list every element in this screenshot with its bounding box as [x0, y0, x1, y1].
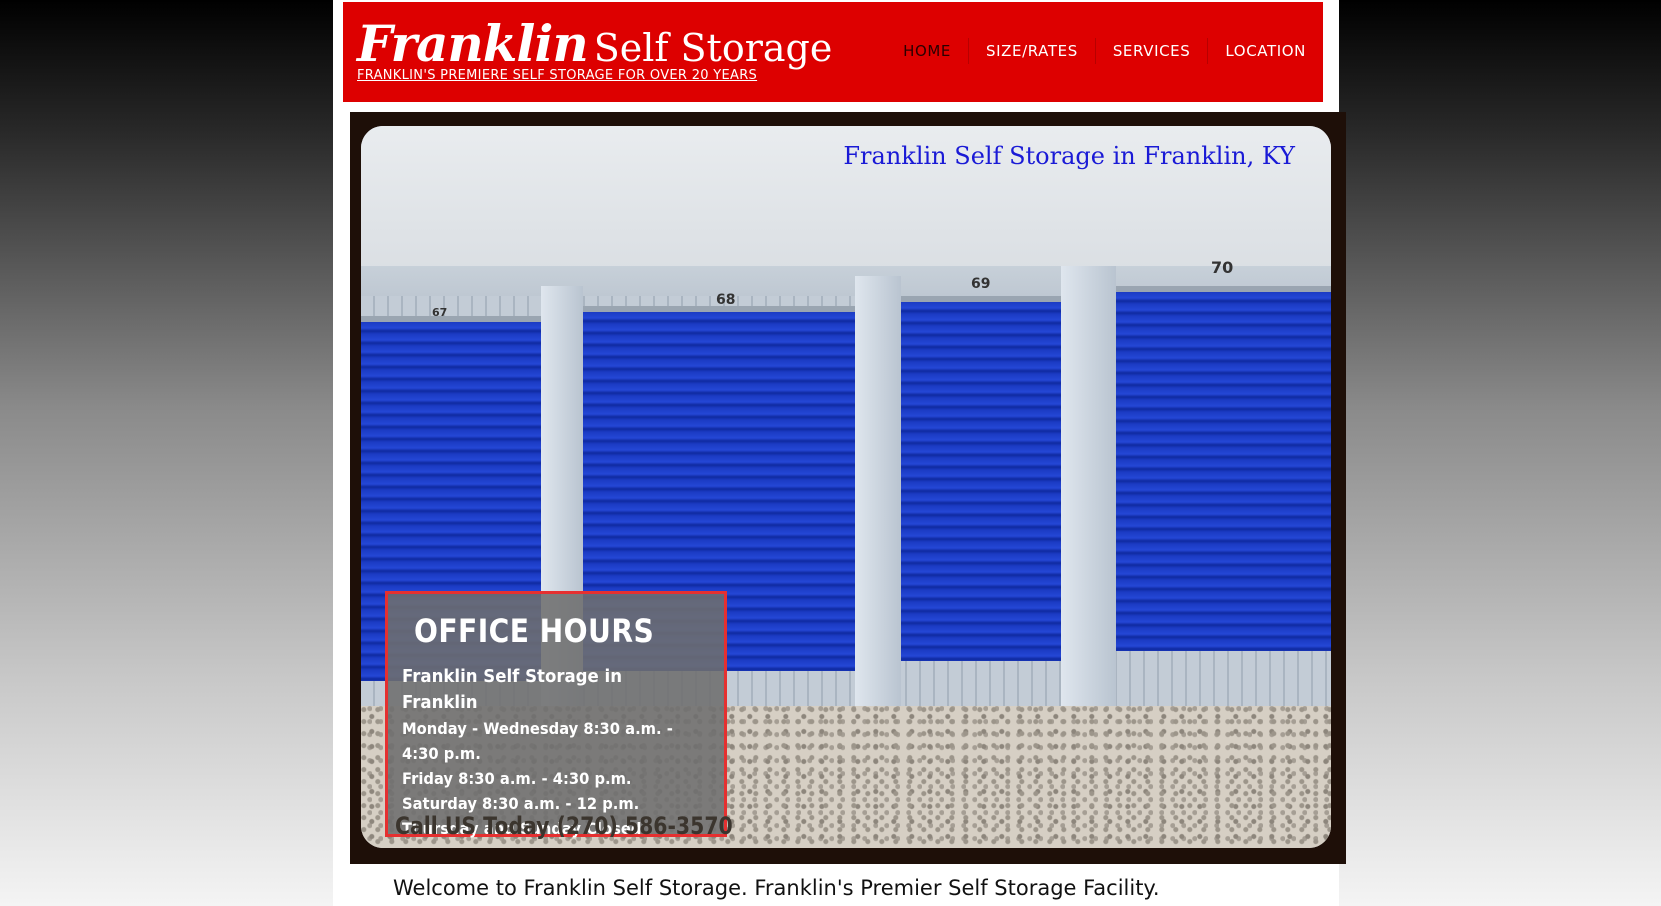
welcome-heading: Welcome to Franklin Self Storage. Frankl… [393, 876, 1160, 900]
nav-services[interactable]: SERVICES [1094, 38, 1208, 64]
storage-pillar [1061, 266, 1116, 706]
storage-door [1116, 286, 1331, 651]
hours-line: Friday 8:30 a.m. - 4:30 p.m. [402, 769, 632, 788]
hero-title: Franklin Self Storage in Franklin, KY [843, 142, 1295, 170]
logo-main-text: Self Storage [593, 26, 833, 70]
nav-size-rates[interactable]: SIZE/RATES [967, 38, 1095, 64]
office-hours-box: OFFICE HOURS Franklin Self Storage in Fr… [385, 591, 733, 840]
door-number: 67 [432, 306, 448, 319]
door-number: 68 [716, 292, 736, 308]
site-logo[interactable]: Franklin Self Storage [357, 14, 832, 73]
office-hours-heading: OFFICE HOURS [414, 612, 655, 650]
logo-script-text: Franklin [357, 14, 589, 73]
storage-pillar [855, 276, 901, 716]
main-nav: HOME SIZE/RATES SERVICES LOCATION [886, 38, 1323, 64]
tagline-link[interactable]: FRANKLIN'S PREMIERE SELF STORAGE FOR OVE… [357, 68, 757, 83]
door-number: 70 [1211, 258, 1234, 277]
hero-image: 67 68 69 70 Franklin Self Storage in Fra… [361, 126, 1331, 848]
office-hours-subtitle: Franklin Self Storage in Franklin [402, 666, 622, 713]
site-header: Franklin Self Storage FRANKLIN'S PREMIERE… [343, 2, 1323, 102]
door-number: 69 [971, 276, 991, 292]
hours-line: Monday - Wednesday 8:30 a.m. - 4:30 p.m. [402, 719, 673, 763]
nav-home[interactable]: HOME [886, 38, 968, 64]
hero-frame: 67 68 69 70 Franklin Self Storage in Fra… [350, 112, 1346, 864]
storage-door [901, 296, 1061, 661]
call-phone-link[interactable]: Call US Today (270) 586-3570 [395, 812, 733, 840]
nav-location[interactable]: LOCATION [1207, 38, 1323, 64]
page-container: Franklin Self Storage FRANKLIN'S PREMIERE… [333, 0, 1346, 906]
